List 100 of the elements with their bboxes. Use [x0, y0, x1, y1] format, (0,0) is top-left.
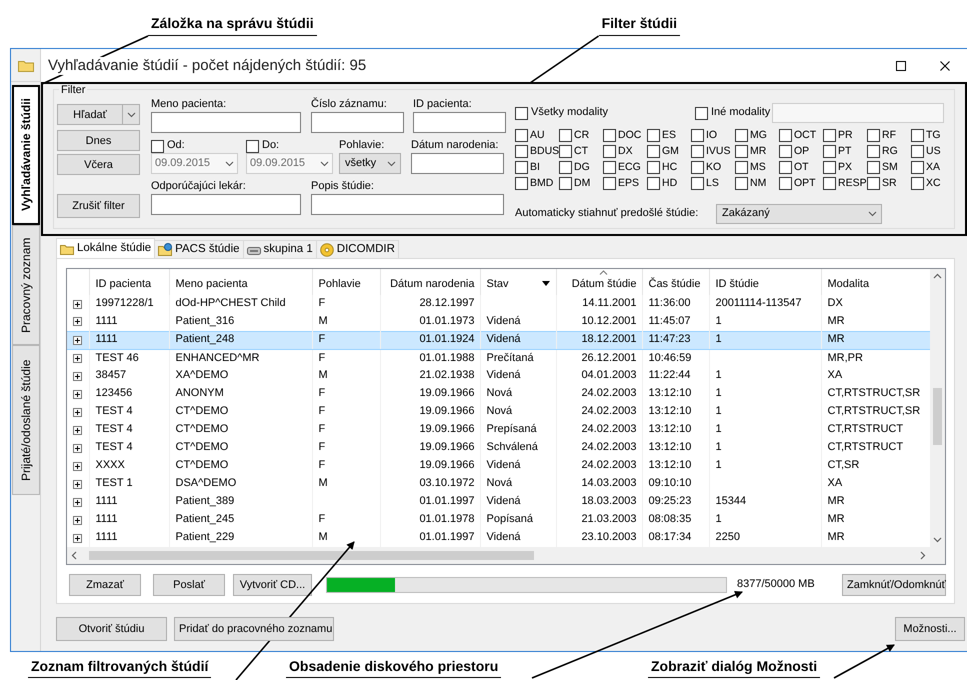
checkbox[interactable]	[559, 161, 572, 174]
checkbox-label[interactable]: ECG	[618, 161, 641, 174]
checkbox[interactable]	[647, 145, 660, 158]
study-tab[interactable]: skupina 1	[242, 240, 317, 258]
expand-icon[interactable]	[73, 498, 82, 506]
action-button[interactable]: Zmazať	[69, 574, 141, 596]
checkbox-label[interactable]: TG	[926, 129, 941, 142]
expand-icon[interactable]	[73, 354, 82, 363]
checkbox[interactable]	[823, 161, 836, 174]
scrollbar-thumb[interactable]	[89, 551, 534, 560]
checkbox[interactable]	[691, 145, 704, 158]
checkbox[interactable]	[647, 129, 660, 142]
checkbox-label[interactable]: Všetky modality	[531, 106, 608, 120]
input-field[interactable]	[151, 194, 301, 215]
checkbox-label[interactable]: IO	[706, 129, 718, 142]
input-field[interactable]	[151, 112, 301, 133]
action-button[interactable]: Vytvoriť CD...	[233, 574, 312, 596]
filter-dropdown-icon[interactable]	[542, 281, 550, 286]
column-header[interactable]: ID štúdie	[709, 269, 821, 295]
checkbox-label[interactable]: CT	[574, 145, 588, 158]
study-tab[interactable]: Lokálne štúdie	[56, 238, 156, 258]
checkbox-label[interactable]: US	[926, 145, 941, 158]
checkbox-label[interactable]: LS	[706, 177, 719, 190]
checkbox[interactable]	[695, 106, 708, 120]
vertical-scrollbar[interactable]	[930, 269, 945, 547]
expand-icon[interactable]	[73, 317, 82, 326]
checkbox[interactable]	[911, 177, 924, 190]
expand-icon[interactable]	[73, 480, 82, 488]
search-button[interactable]: Hľadať	[57, 104, 123, 125]
today-button[interactable]: Dnes	[57, 130, 140, 151]
checkbox[interactable]	[647, 161, 660, 174]
checkbox[interactable]	[559, 177, 572, 190]
checkbox[interactable]	[867, 177, 880, 190]
footer-button[interactable]: Pridať do pracovného zoznamu	[174, 617, 334, 641]
close-icon[interactable]	[940, 60, 950, 70]
checkbox[interactable]	[515, 177, 528, 190]
checkbox-label[interactable]: AU	[530, 129, 545, 142]
checkbox[interactable]	[779, 129, 792, 142]
checkbox[interactable]	[603, 145, 616, 158]
input-field[interactable]	[411, 153, 504, 174]
maximize-icon[interactable]	[896, 60, 906, 70]
checkbox[interactable]	[691, 177, 704, 190]
checkbox[interactable]	[603, 129, 616, 142]
input-field[interactable]	[311, 194, 504, 215]
options-button[interactable]: Možnosti...	[895, 617, 965, 641]
yesterday-button[interactable]: Včera	[57, 154, 140, 175]
checkbox-label[interactable]: DX	[618, 145, 633, 158]
checkbox-label[interactable]: DM	[574, 177, 590, 190]
checkbox[interactable]	[823, 145, 836, 158]
checkbox[interactable]	[911, 129, 924, 142]
checkbox-label[interactable]: ES	[662, 129, 676, 142]
checkbox-label[interactable]: RF	[882, 129, 896, 142]
expand-icon[interactable]	[73, 372, 82, 380]
column-header[interactable]: Čas štúdie	[642, 269, 709, 295]
checkbox[interactable]	[735, 145, 748, 158]
column-header[interactable]: Dátum narodenia	[380, 269, 480, 295]
checkbox[interactable]	[823, 177, 836, 190]
checkbox-label[interactable]: SR	[882, 177, 897, 190]
checkbox-label[interactable]: BMD	[530, 177, 554, 190]
checkbox-label[interactable]: HD	[662, 177, 678, 190]
column-header[interactable]: Dátum štúdie	[556, 269, 642, 295]
checkbox-label[interactable]: MR	[750, 145, 766, 158]
checkbox[interactable]	[735, 177, 748, 190]
checkbox[interactable]	[603, 161, 616, 174]
checkbox[interactable]	[867, 129, 880, 142]
input-field[interactable]	[311, 112, 404, 133]
sex-select[interactable]: všetky	[339, 153, 401, 174]
checkbox-label[interactable]: XC	[926, 177, 941, 190]
checkbox[interactable]	[735, 161, 748, 174]
checkbox[interactable]	[867, 145, 880, 158]
column-header[interactable]: Pohlavie	[312, 269, 380, 295]
auto-download-select[interactable]: Zakázaný	[716, 204, 882, 224]
horizontal-scrollbar[interactable]	[67, 547, 945, 564]
checkbox-label[interactable]: RG	[882, 145, 898, 158]
checkbox[interactable]	[779, 145, 792, 158]
checkbox-label[interactable]: EPS	[618, 177, 640, 190]
checkbox[interactable]	[515, 129, 528, 142]
checkbox-label[interactable]: BI	[530, 161, 540, 174]
action-button[interactable]: Poslať	[153, 574, 225, 596]
expand-icon[interactable]	[73, 534, 82, 542]
expand-icon[interactable]	[73, 444, 82, 452]
input-field[interactable]	[413, 112, 506, 133]
checkbox-label[interactable]: KO	[706, 161, 722, 174]
checkbox[interactable]	[867, 161, 880, 174]
expand-icon[interactable]	[73, 462, 82, 470]
checkbox-label[interactable]: NM	[750, 177, 766, 190]
checkbox[interactable]	[647, 177, 660, 190]
checkbox[interactable]	[691, 129, 704, 142]
checkbox-label[interactable]: PT	[838, 145, 852, 158]
checkbox[interactable]	[515, 145, 528, 158]
checkbox-label[interactable]: IVUS	[706, 145, 731, 158]
scrollbar-thumb[interactable]	[933, 388, 942, 445]
study-tab[interactable]: PACS štúdie	[154, 240, 244, 258]
checkbox-label[interactable]: DOC	[618, 129, 642, 142]
input-field[interactable]	[772, 103, 944, 123]
checkbox-label[interactable]: HC	[662, 161, 678, 174]
expand-icon[interactable]	[73, 408, 82, 416]
checkbox-label[interactable]: MS	[750, 161, 766, 174]
checkbox-label[interactable]: DG	[574, 161, 590, 174]
checkbox-label[interactable]: BDUS	[530, 145, 560, 158]
